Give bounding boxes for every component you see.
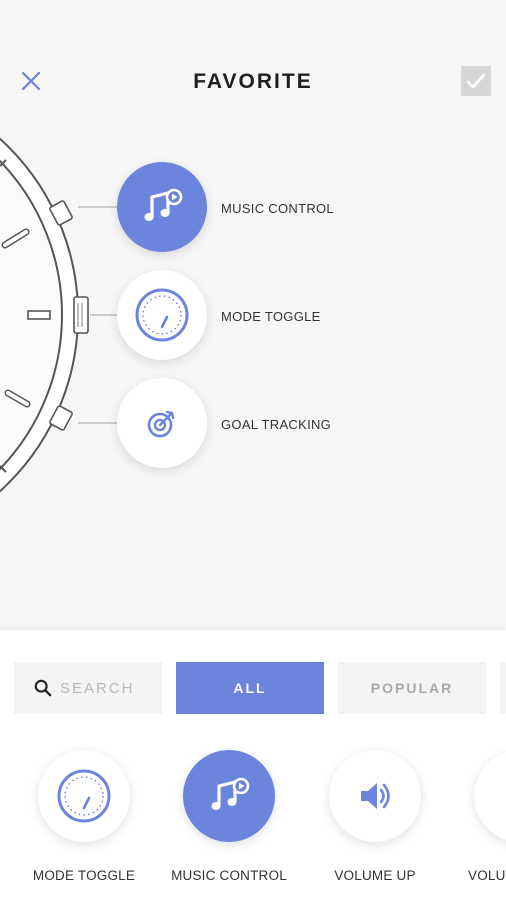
slot-mode-toggle-button[interactable] bbox=[117, 270, 207, 360]
function-label: VOLU bbox=[468, 868, 506, 883]
function-item-music-control[interactable]: MUSIC CONTROL bbox=[159, 750, 299, 900]
function-label: VOLUME UP bbox=[334, 868, 416, 883]
confirm-button[interactable] bbox=[461, 66, 491, 96]
search-icon bbox=[34, 679, 52, 697]
volume-down-icon bbox=[500, 776, 506, 816]
function-item-mode-toggle[interactable]: MODE TOGGLE bbox=[14, 750, 154, 900]
search-box[interactable] bbox=[14, 662, 162, 714]
tab-popular[interactable]: POPULAR bbox=[338, 662, 486, 714]
watch-slot-middle[interactable]: MODE TOGGLE bbox=[117, 270, 320, 360]
function-item-volume-down[interactable]: VOLU bbox=[450, 750, 506, 900]
music-control-icon bbox=[211, 777, 250, 810]
tab-all[interactable]: ALL bbox=[176, 662, 324, 714]
mode-toggle-icon bbox=[135, 288, 189, 342]
slot-label: GOAL TRACKING bbox=[221, 417, 332, 432]
slot-goal-tracking-button[interactable] bbox=[117, 378, 207, 468]
function-music-control-button[interactable] bbox=[183, 750, 275, 842]
check-icon bbox=[466, 73, 486, 89]
tab-overflow[interactable] bbox=[500, 662, 506, 714]
music-control-icon bbox=[144, 188, 183, 221]
search-input[interactable] bbox=[58, 678, 162, 698]
function-mode-toggle-button[interactable] bbox=[38, 750, 130, 842]
watch-slot-bottom[interactable]: GOAL TRACKING bbox=[117, 378, 331, 468]
function-label: MODE TOGGLE bbox=[32, 868, 136, 883]
slot-label: MODE TOGGLE bbox=[221, 309, 321, 324]
slot-music-control-button[interactable] bbox=[117, 162, 207, 252]
page-title: FAVORITE bbox=[193, 70, 313, 93]
function-label: MUSIC CONTROL bbox=[171, 868, 287, 883]
function-volume-up-button[interactable] bbox=[329, 750, 421, 842]
function-item-volume-up[interactable]: VOLUME UP bbox=[305, 750, 445, 900]
slot-label: MUSIC CONTROL bbox=[221, 201, 334, 216]
volume-up-icon bbox=[361, 783, 390, 809]
mode-toggle-icon bbox=[57, 769, 111, 823]
watch-slot-top[interactable]: MUSIC CONTROL bbox=[117, 162, 334, 252]
function-volume-down-button[interactable] bbox=[474, 750, 506, 842]
goal-tracking-icon bbox=[147, 410, 175, 438]
header-bar: FAVORITE bbox=[0, 0, 506, 170]
function-picker-panel: ALL POPULAR MODE TOGGLE MUSIC CONTROL bbox=[0, 630, 506, 900]
